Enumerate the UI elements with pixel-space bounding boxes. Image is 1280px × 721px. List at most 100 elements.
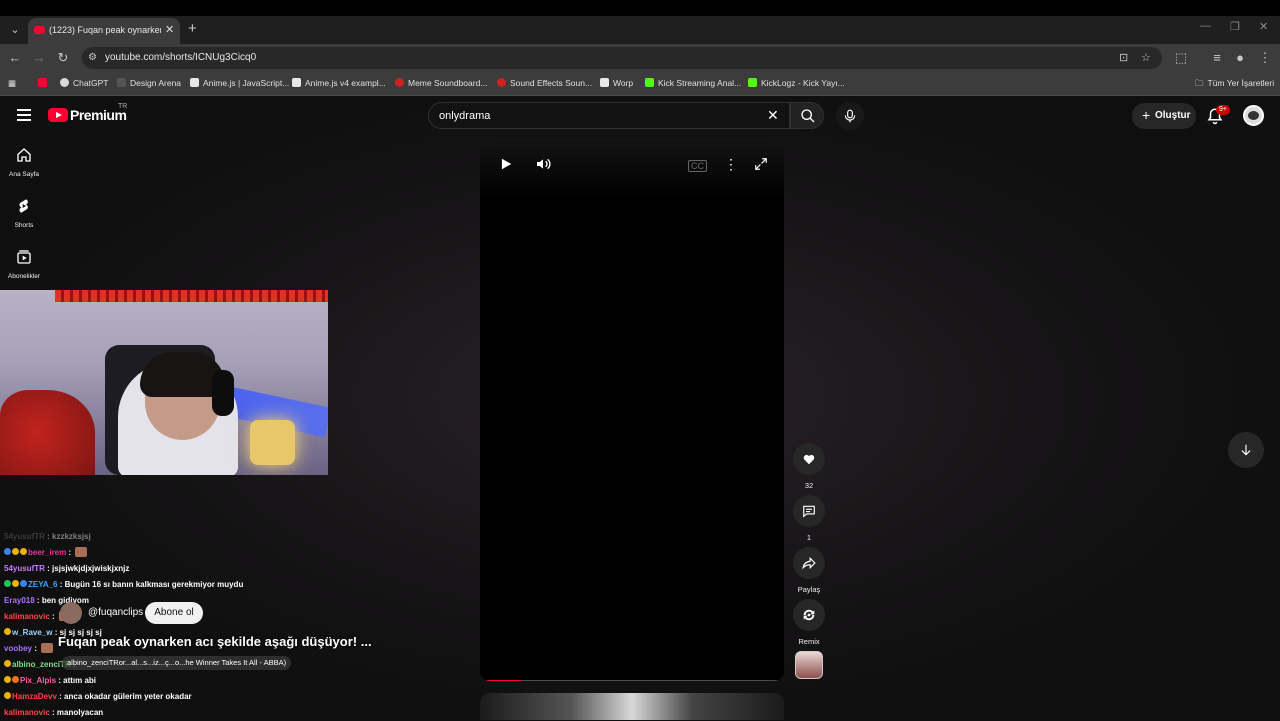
- chat-badge-icon: [20, 548, 27, 555]
- remix-button[interactable]: [793, 599, 825, 631]
- next-short-preview[interactable]: [480, 693, 784, 720]
- chat-message: ZEYA_6 : Bugün 16 sı banın kalkması gere…: [4, 577, 424, 593]
- captions-icon[interactable]: CC: [688, 160, 707, 172]
- guide-item-shorts[interactable]: Shorts: [0, 198, 48, 229]
- chat-separator: :: [56, 692, 65, 701]
- bookmark-kick-analytics[interactable]: Kick Streaming Anal...: [645, 78, 741, 88]
- kick-analytics-icon: [645, 78, 654, 87]
- bookmarks-bar: ▦ ChatGPT Design Arena Anime.js | JavaSc…: [0, 72, 1280, 96]
- chat-separator: :: [44, 564, 53, 573]
- webcam-red-blanket: [0, 390, 95, 475]
- stream-chat: 54yusufTR : kzzkzksjsj beer_irem : 54yusu…: [4, 529, 424, 721]
- meme-soundboard-icon: [395, 78, 404, 87]
- audio-source-thumbnail[interactable]: [795, 651, 823, 679]
- channel-avatar[interactable]: [60, 602, 82, 624]
- create-button[interactable]: + Oluştur: [1132, 103, 1196, 129]
- chat-badge-icon: [4, 628, 11, 635]
- webcam-headset: [212, 370, 234, 416]
- close-tab-icon[interactable]: ✕: [165, 23, 174, 36]
- minimize-icon[interactable]: —: [1200, 20, 1211, 32]
- guide-item-home[interactable]: Ana Sayfa: [0, 147, 48, 178]
- reload-icon[interactable]: ↻: [54, 49, 72, 67]
- chat-separator: :: [34, 596, 42, 605]
- like-button[interactable]: [793, 443, 825, 475]
- youtube-page: Premium TR onlydrama ✕ + Oluştur 9+ Ana …: [0, 97, 1280, 720]
- chat-username: Pix_Alpis: [20, 676, 57, 685]
- short-title[interactable]: Fuqan peak oynarken acı şekilde aşağı dü…: [58, 634, 372, 649]
- site-info-icon[interactable]: ⚙: [88, 52, 97, 63]
- chat-message: HamzaDevv : anca okadar gülerim yeter ok…: [4, 689, 424, 705]
- bookmark-chatgpt[interactable]: ChatGPT: [60, 78, 108, 88]
- share-button[interactable]: [793, 547, 825, 579]
- bookmark-animejs-v4[interactable]: Anime.js v4 exampl...: [292, 78, 386, 88]
- profile-avatar-icon[interactable]: ●: [1231, 49, 1249, 67]
- chat-separator: :: [49, 612, 57, 621]
- chat-separator: :: [57, 580, 65, 589]
- fullscreen-icon[interactable]: [754, 157, 768, 171]
- play-icon[interactable]: [499, 157, 513, 171]
- remix-label: Remix: [798, 637, 820, 646]
- chat-text: attım abi: [63, 676, 97, 685]
- chat-text: anca okadar gülerim yeter okadar: [64, 692, 192, 701]
- install-app-icon[interactable]: ⊡: [1119, 51, 1128, 64]
- chat-username: kalimanovic: [4, 612, 50, 621]
- channel-name[interactable]: @fuqanclips: [88, 607, 143, 618]
- tab-title: (1223) Fuqan peak oynarken acı şekilde a…: [49, 25, 161, 35]
- bookmark-kicklogz[interactable]: KickLogz - Kick Yayı...: [748, 78, 845, 88]
- comments-button[interactable]: [793, 495, 825, 527]
- sound-effects-icon: [497, 78, 506, 87]
- chatgpt-icon: [60, 78, 69, 87]
- forward-icon[interactable]: →: [30, 49, 48, 67]
- maximize-icon[interactable]: ❐: [1230, 20, 1240, 33]
- more-options-icon[interactable]: ⋮: [724, 156, 738, 173]
- music-pill[interactable]: albino_zenciTRor...al...s...iz...ç...o..…: [62, 656, 292, 670]
- bookmark-design-arena[interactable]: Design Arena: [117, 78, 181, 88]
- voice-search-button[interactable]: [836, 102, 864, 130]
- back-icon[interactable]: ←: [6, 49, 24, 67]
- search-button[interactable]: [790, 102, 824, 129]
- bookmark-worp[interactable]: Worp: [600, 78, 633, 88]
- chat-badge-icon: [4, 660, 11, 667]
- chat-emote-icon: [75, 547, 88, 557]
- search-input[interactable]: onlydrama ✕: [428, 102, 790, 129]
- tab-search-icon[interactable]: ⌄: [6, 21, 24, 39]
- animejs-v4-icon: [292, 78, 301, 87]
- bookmark-meme-soundboard[interactable]: Meme Soundboard...: [395, 78, 487, 88]
- close-window-icon[interactable]: ✕: [1259, 20, 1268, 33]
- volume-icon[interactable]: [535, 156, 551, 172]
- guide-label-subscriptions: Abonelikler: [7, 273, 41, 280]
- media-control-icon[interactable]: ≡: [1208, 49, 1226, 67]
- chat-badge-icon: [20, 580, 27, 587]
- like-count: 32: [804, 481, 814, 490]
- chat-badge-icon: [4, 548, 11, 555]
- bookmark-star-icon[interactable]: ☆: [1141, 51, 1151, 64]
- bookmark-sound-effects[interactable]: Sound Effects Soun...: [497, 78, 592, 88]
- progress-bar[interactable]: [484, 680, 780, 681]
- bookmark-animejs[interactable]: Anime.js | JavaScript...: [190, 78, 289, 88]
- browser-tab[interactable]: (1223) Fuqan peak oynarken acı şekilde a…: [28, 18, 180, 44]
- address-bar[interactable]: ⚙ youtube.com/shorts/ICNUg3Cicq0 ⊡ ☆: [82, 47, 1162, 69]
- extensions-icon[interactable]: ⬚: [1172, 49, 1190, 67]
- chat-badge-icon: [12, 548, 19, 555]
- chat-text: jsjsjwkjdjxjwiskjxnjz: [52, 564, 130, 573]
- remix-action: Remix: [793, 599, 825, 646]
- subscriptions-icon: [17, 250, 31, 264]
- guide-menu-icon[interactable]: [17, 109, 31, 121]
- new-tab-icon[interactable]: +: [188, 20, 197, 37]
- next-short-button[interactable]: [1228, 432, 1264, 468]
- os-topbar: [0, 0, 1280, 16]
- bookmark-youtube[interactable]: [38, 78, 51, 88]
- share-label: Paylaş: [797, 585, 821, 594]
- clear-search-icon[interactable]: ✕: [767, 107, 779, 124]
- remix-icon: [803, 609, 815, 621]
- account-avatar[interactable]: [1243, 105, 1264, 126]
- all-bookmarks[interactable]: 🗀 Tüm Yer İşaretleri: [1195, 78, 1274, 92]
- chat-separator: :: [32, 644, 40, 653]
- shorts-player[interactable]: CC ⋮: [480, 139, 784, 681]
- share-action: Paylaş: [793, 547, 825, 594]
- guide-item-subscriptions[interactable]: Abonelikler: [0, 249, 48, 280]
- subscribe-button[interactable]: Abone ol: [145, 602, 203, 624]
- apps-icon[interactable]: ▦: [8, 78, 16, 89]
- browser-menu-icon[interactable]: ⋮: [1256, 49, 1274, 67]
- chat-text: kzzkzksjsj: [52, 532, 91, 541]
